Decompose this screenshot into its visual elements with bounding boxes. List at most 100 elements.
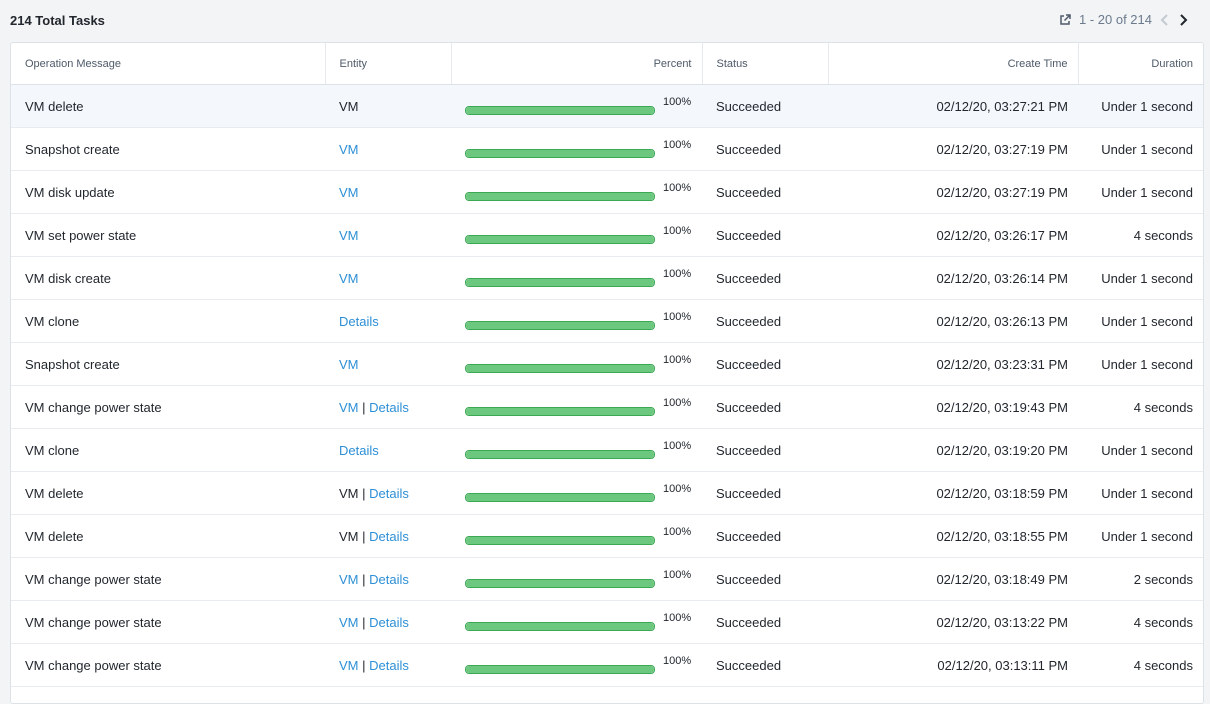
status-text: Succeeded	[702, 127, 828, 171]
duration: Under 1 second	[1078, 514, 1203, 558]
create-time: 02/12/20, 03:19:43 PM	[828, 385, 1078, 429]
status-text: Succeeded	[702, 643, 828, 687]
entity-link[interactable]: Details	[369, 529, 409, 544]
percent-cell: 100%	[451, 600, 702, 644]
progress-wrapper: 100%	[465, 440, 692, 459]
entity-separator: |	[358, 399, 370, 415]
entity-cell: VM	[325, 213, 451, 257]
progress-bar	[465, 321, 655, 330]
entity-link[interactable]: Details	[369, 658, 409, 673]
entity-cell: VM | Details	[325, 600, 451, 644]
operation-message: VM disk create	[11, 256, 325, 300]
progress-bar	[465, 364, 655, 373]
column-header-duration[interactable]: Duration	[1077, 43, 1203, 85]
percent-label: 100%	[663, 440, 692, 452]
progress-wrapper: 100%	[465, 311, 692, 330]
table-row[interactable]: Snapshot create VM 100% Succeeded 02/12/20, …	[11, 342, 1203, 386]
progress-bar	[465, 278, 655, 287]
progress-bar-fill	[466, 408, 654, 415]
table-row[interactable]: VM set power state VM 100% Succeeded 02/12/2…	[11, 213, 1203, 257]
chevron-left-icon[interactable]	[1160, 13, 1170, 26]
create-time: 02/12/20, 03:27:21 PM	[828, 84, 1078, 128]
progress-bar	[465, 579, 655, 588]
table-row[interactable]: VM change power state VM | Details 100% Suc…	[11, 643, 1203, 687]
column-header-create-time[interactable]: Create Time	[827, 43, 1078, 85]
percent-label: 100%	[663, 397, 692, 409]
entity-link[interactable]: VM	[339, 572, 359, 587]
status-text: Succeeded	[702, 471, 828, 515]
progress-bar-fill	[466, 279, 654, 286]
table-row[interactable]: VM change power state VM | Details 100% Suc…	[11, 557, 1203, 601]
progress-bar-fill	[466, 236, 654, 243]
table-row[interactable]: VM delete VM | Details 100% Succeeded 02/12/…	[11, 471, 1203, 515]
duration: Under 1 second	[1078, 256, 1203, 300]
entity-separator: |	[358, 528, 370, 544]
entity-link[interactable]: Details	[369, 615, 409, 630]
entity-link[interactable]: Details	[369, 486, 409, 501]
duration: Under 1 second	[1078, 299, 1203, 343]
entity-link[interactable]: VM	[339, 185, 359, 200]
entity-link[interactable]: Details	[369, 400, 409, 415]
progress-wrapper: 100%	[465, 526, 692, 545]
entity-link[interactable]: Details	[339, 314, 379, 329]
progress-bar	[465, 235, 655, 244]
entity-link[interactable]: VM	[339, 615, 359, 630]
entity-link[interactable]: VM	[339, 357, 359, 372]
percent-cell: 100%	[451, 428, 702, 472]
operation-message: VM clone	[11, 299, 325, 343]
percent-cell: 100%	[451, 643, 702, 687]
pagination-range: 1 - 20 of 214	[1079, 12, 1152, 27]
percent-label: 100%	[663, 612, 692, 624]
external-link-icon[interactable]	[1059, 13, 1071, 26]
column-header-operation[interactable]: Operation Message	[11, 43, 325, 85]
table-row[interactable]: VM disk update VM 100% Succeeded 02/12/20, 0…	[11, 170, 1203, 214]
percent-label: 100%	[663, 655, 692, 667]
operation-message: VM change power state	[11, 600, 325, 644]
entity-link[interactable]: VM	[339, 400, 359, 415]
entity-link[interactable]: VM	[339, 658, 359, 673]
table-body: VM delete VM 100% Succeeded 02/12/20, 03:27:…	[11, 84, 1203, 687]
status-text: Succeeded	[702, 342, 828, 386]
progress-bar	[465, 493, 655, 502]
operation-message: VM set power state	[11, 213, 325, 257]
percent-label: 100%	[663, 96, 692, 108]
entity-link[interactable]: Details	[369, 572, 409, 587]
entity-cell: Details	[325, 428, 451, 472]
column-header-entity[interactable]: Entity	[324, 43, 451, 85]
percent-label: 100%	[663, 526, 692, 538]
table-row[interactable]: VM delete VM | Details 100% Succeeded 02/12/…	[11, 514, 1203, 558]
tasks-table: Operation Message Entity Percent Status …	[11, 43, 1203, 687]
operation-message: Snapshot create	[11, 127, 325, 171]
entity-link[interactable]: VM	[339, 271, 359, 286]
table-row[interactable]: VM change power state VM | Details 100% Suc…	[11, 385, 1203, 429]
entity-link[interactable]: VM	[339, 228, 359, 243]
status-text: Succeeded	[702, 170, 828, 214]
progress-bar-fill	[466, 365, 654, 372]
table-row[interactable]: VM disk create VM 100% Succeeded 02/12/20, 0…	[11, 256, 1203, 300]
column-header-percent[interactable]: Percent	[450, 43, 702, 85]
table-row[interactable]: VM clone Details 100% Succeeded 02/12/20, 03…	[11, 428, 1203, 472]
chevron-right-icon[interactable]	[1178, 13, 1188, 26]
progress-wrapper: 100%	[465, 569, 692, 588]
table-row[interactable]: Snapshot create VM 100% Succeeded 02/12/20, …	[11, 127, 1203, 171]
table-row[interactable]: VM delete VM 100% Succeeded 02/12/20, 03:27:…	[11, 84, 1203, 128]
entity-link[interactable]: Details	[339, 443, 379, 458]
progress-bar	[465, 149, 655, 158]
operation-message: VM change power state	[11, 557, 325, 601]
progress-wrapper: 100%	[465, 397, 692, 416]
table-toolbar: 214 Total Tasks 1 - 20 of 214	[0, 0, 1210, 42]
percent-cell: 100%	[451, 342, 702, 386]
percent-label: 100%	[663, 569, 692, 581]
progress-wrapper: 100%	[465, 96, 692, 115]
table-row[interactable]: VM change power state VM | Details 100% Suc…	[11, 600, 1203, 644]
entity-link[interactable]: VM	[339, 142, 359, 157]
progress-wrapper: 100%	[465, 182, 692, 201]
progress-wrapper: 100%	[465, 225, 692, 244]
table-row[interactable]: VM clone Details 100% Succeeded 02/12/20, 03…	[11, 299, 1203, 343]
duration: 4 seconds	[1078, 385, 1203, 429]
percent-cell: 100%	[451, 299, 702, 343]
percent-cell: 100%	[451, 213, 702, 257]
entity-cell: VM	[325, 342, 451, 386]
progress-bar	[465, 536, 655, 545]
column-header-status[interactable]: Status	[701, 43, 828, 85]
